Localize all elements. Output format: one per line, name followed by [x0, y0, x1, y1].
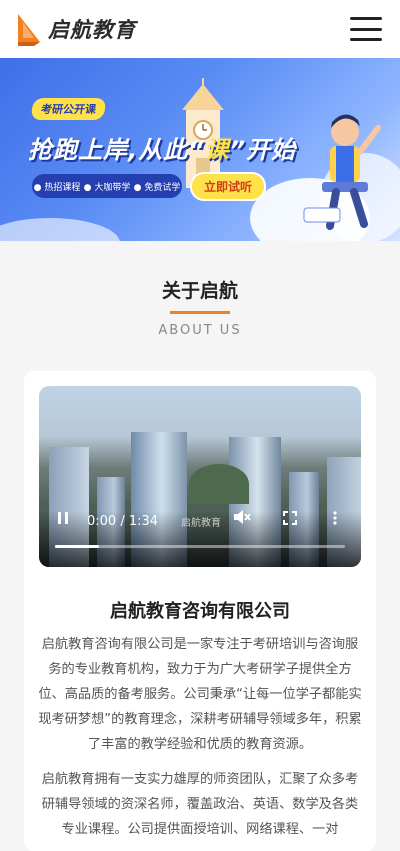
banner-cta-button[interactable]: 立即试听 [190, 172, 267, 201]
banner-pill: ● 大咖带学 [83, 182, 131, 193]
mute-icon[interactable] [233, 509, 251, 529]
logo-text: 启航教育 [48, 18, 136, 42]
video-watermark: 启航教育 [181, 518, 221, 529]
hamburger-menu-icon[interactable] [350, 17, 382, 41]
company-description-2: 启航教育拥有一支实力雄厚的师资团队，汇聚了众多考研辅导领域的资深名师，覆盖政治、… [41, 772, 359, 837]
site-header: 启航教育 [0, 0, 400, 58]
banner-pill: ● 热招课程 [33, 182, 81, 193]
video-frame-hill [189, 464, 249, 504]
banner-feature-pills: ● 热招课程 ● 大咖带学 ● 免费试学 [32, 174, 182, 198]
banner-tag: 考研公开课 [30, 98, 107, 120]
video-progress-fill [55, 545, 99, 548]
section-title: 关于启航 [161, 280, 238, 302]
title-underline [170, 311, 230, 314]
student-illustration [303, 114, 381, 230]
more-options-icon[interactable] [333, 511, 337, 529]
video-player[interactable]: 0:00 / 1:34 启航教育 [39, 386, 361, 567]
logo[interactable]: 启航教育 [14, 12, 136, 46]
section-subtitle: ABOUT US [158, 323, 242, 338]
company-description-1: 启航教育咨询有限公司是一家专注于考研培训与咨询服务的专业教育机构，致力于为广大考… [38, 637, 362, 752]
logo-sail-icon [18, 14, 40, 46]
fullscreen-icon[interactable] [283, 511, 297, 529]
banner-headline: 抢跑上岸,从此“课”开始 [28, 136, 297, 164]
video-progress-bar[interactable] [55, 545, 345, 548]
company-name: 启航教育咨询有限公司 [110, 601, 290, 622]
banner-pill: ● 免费试学 [133, 182, 181, 193]
cloud-decoration [0, 218, 120, 241]
pause-icon[interactable] [57, 511, 69, 529]
video-time: 0:00 / 1:34 [87, 514, 159, 529]
about-card: 0:00 / 1:34 启航教育 启航教育咨询有限公司 启航教育咨询有限公司是一… [24, 371, 376, 851]
hero-banner[interactable]: 考研公开课 抢跑上岸,从此“课”开始 ● 热招课程 ● 大咖带学 ● 免费试学 … [0, 58, 400, 241]
